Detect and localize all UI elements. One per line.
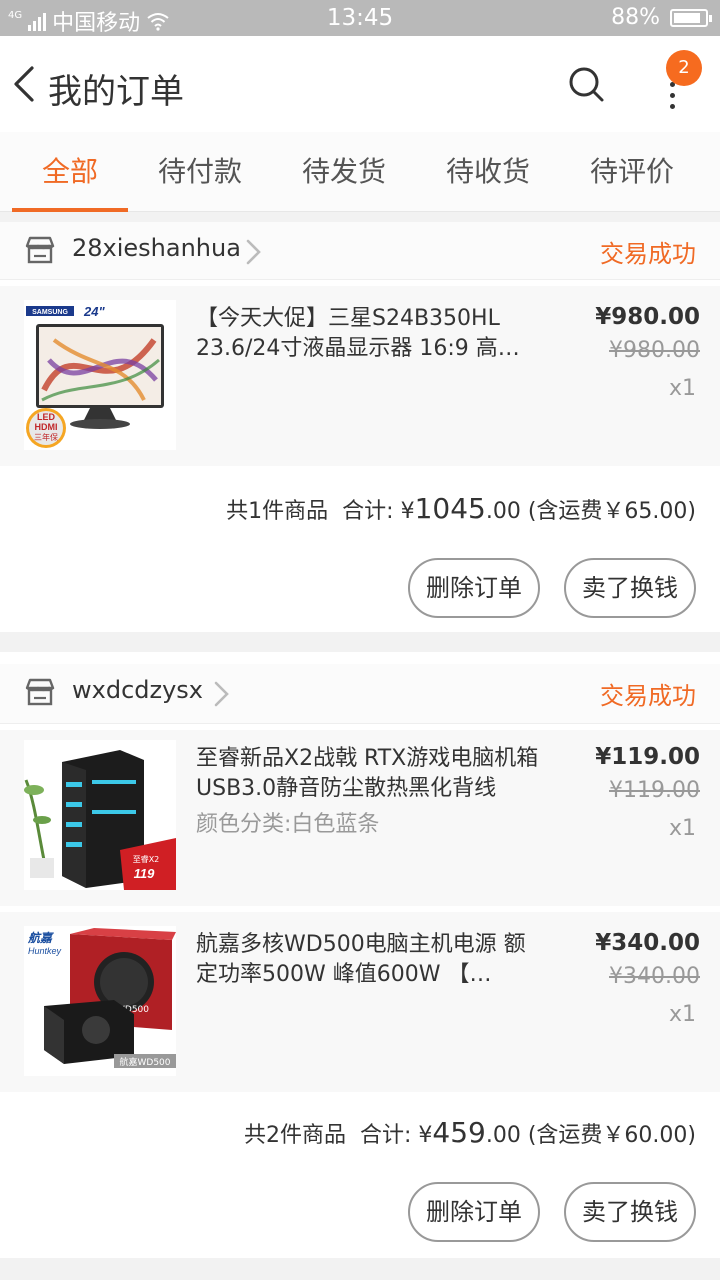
svg-text:HDMI: HDMI	[35, 422, 58, 432]
product-original-price: ¥119.00	[609, 778, 700, 803]
total-currency: ¥	[418, 1123, 433, 1148]
pc-case-image: 至睿X2 119	[24, 740, 176, 890]
product-sku: 颜色分类:白色蓝条	[196, 812, 380, 837]
app-header: 我的订单 2	[0, 36, 720, 132]
svg-text:航嘉WD500: 航嘉WD500	[119, 1056, 170, 1068]
status-bar: 4G 中国移动 13:45 88%	[0, 0, 720, 36]
svg-text:24": 24"	[83, 304, 105, 319]
svg-text:三年保: 三年保	[34, 432, 58, 442]
item-count: 共2件商品	[243, 1123, 346, 1148]
product-price: ¥340.00	[595, 930, 700, 956]
order-item[interactable]: 至睿X2 119 至睿新品X2战戟 RTX游戏电脑机箱USB3.0静音防尘散热黑…	[0, 730, 720, 906]
tab-all[interactable]: 全部	[6, 132, 134, 212]
order-card: wxdcdzysx 交易成功 至睿X2 119 至睿新品X2战戟 RTX游戏电脑…	[0, 652, 720, 1258]
total-decimal: .00	[485, 1123, 521, 1148]
svg-text:航嘉: 航嘉	[27, 931, 54, 945]
shop-icon	[25, 236, 55, 264]
order-status: 交易成功	[600, 682, 696, 710]
tab-pending-review[interactable]: 待评价	[568, 132, 696, 212]
svg-text:119: 119	[134, 866, 155, 881]
chevron-right-icon	[246, 239, 261, 265]
svg-text:至睿X2: 至睿X2	[133, 855, 160, 864]
order-card: 28xieshanhua 交易成功 SAMSUNG 24" LED HDMI 三…	[0, 222, 720, 632]
order-item[interactable]: SAMSUNG 24" LED HDMI 三年保 【今天大促】三星S24B350…	[0, 286, 720, 466]
product-thumbnail[interactable]: 航嘉 Huntkey 多核WD500 航嘉WD500	[24, 926, 176, 1076]
shop-name[interactable]: 28xieshanhua	[72, 234, 241, 262]
tab-pending-shipment[interactable]: 待发货	[280, 132, 408, 212]
resell-button[interactable]: 卖了换钱	[564, 1182, 696, 1242]
svg-text:Huntkey: Huntkey	[28, 946, 62, 956]
product-title[interactable]: 至睿新品X2战戟 RTX游戏电脑机箱USB3.0静音防尘散热黑化背线	[196, 744, 546, 804]
order-summary: 共1件商品 合计: ¥1045.00 (含运费￥65.00)	[226, 492, 696, 525]
product-title[interactable]: 【今天大促】三星S24B350HL 23.6/24寸液晶显示器 16:9 高…	[196, 304, 546, 364]
product-quantity: x1	[668, 816, 696, 841]
order-status: 交易成功	[600, 240, 696, 268]
shipping-fee: (含运费￥65.00)	[527, 499, 696, 524]
total-currency: ¥	[400, 499, 415, 524]
notification-badge: 2	[666, 50, 702, 86]
tab-pending-receipt[interactable]: 待收货	[424, 132, 552, 212]
shop-icon	[25, 678, 55, 706]
page-title: 我的订单	[48, 72, 184, 112]
product-original-price: ¥980.00	[609, 338, 700, 363]
product-quantity: x1	[668, 376, 696, 401]
product-title[interactable]: 航嘉多核WD500电脑主机电源 额定功率500W 峰值600W 【…	[196, 930, 546, 990]
shipping-fee: (含运费￥60.00)	[527, 1123, 696, 1148]
back-arrow-icon[interactable]	[10, 64, 50, 104]
more-dots-icon	[670, 82, 675, 115]
order-item[interactable]: 航嘉 Huntkey 多核WD500 航嘉WD500 航嘉多核WD500电脑主机…	[0, 912, 720, 1092]
power-supply-image: 航嘉 Huntkey 多核WD500 航嘉WD500	[24, 926, 176, 1076]
svg-text:SAMSUNG: SAMSUNG	[32, 309, 68, 316]
product-price: ¥119.00	[595, 744, 700, 770]
shop-name[interactable]: wxdcdzysx	[72, 676, 203, 704]
tab-pending-payment[interactable]: 待付款	[136, 132, 264, 212]
battery-percent: 88%	[611, 5, 660, 30]
product-original-price: ¥340.00	[609, 964, 700, 989]
product-price: ¥980.00	[595, 304, 700, 330]
tab-active-indicator	[12, 208, 128, 212]
shop-header[interactable]: 28xieshanhua 交易成功	[0, 222, 720, 280]
monitor-image: SAMSUNG 24" LED HDMI 三年保	[24, 300, 176, 450]
total-amount: 459	[432, 1116, 486, 1149]
delete-order-button[interactable]: 删除订单	[408, 558, 540, 618]
order-tabs: 全部 待付款 待发货 待收货 待评价	[0, 132, 720, 212]
search-icon[interactable]	[566, 64, 606, 104]
chevron-right-icon	[214, 681, 229, 707]
product-thumbnail[interactable]: 至睿X2 119	[24, 740, 176, 890]
shop-header[interactable]: wxdcdzysx 交易成功	[0, 664, 720, 724]
svg-text:LED: LED	[37, 412, 56, 422]
order-summary: 共2件商品 合计: ¥459.00 (含运费￥60.00)	[244, 1116, 696, 1149]
item-count: 共1件商品	[226, 499, 329, 524]
total-decimal: .00	[485, 499, 521, 524]
resell-button[interactable]: 卖了换钱	[564, 558, 696, 618]
total-label: 合计:	[342, 499, 394, 524]
product-quantity: x1	[668, 1002, 696, 1027]
battery-icon	[670, 8, 712, 27]
delete-order-button[interactable]: 删除订单	[408, 1182, 540, 1242]
total-amount: 1045	[414, 492, 486, 525]
product-thumbnail[interactable]: SAMSUNG 24" LED HDMI 三年保	[24, 300, 176, 450]
total-label: 合计:	[359, 1123, 412, 1148]
